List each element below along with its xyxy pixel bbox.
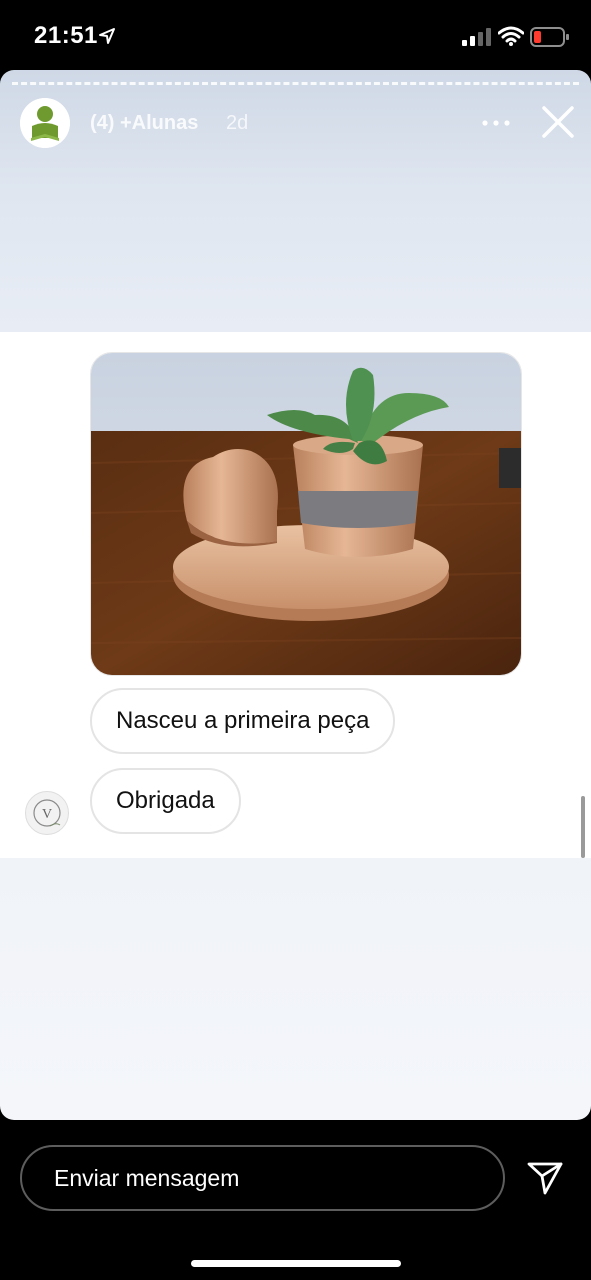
shared-chat-screenshot: Nasceu a primeira peça Obrigada V	[0, 332, 591, 858]
photo-message[interactable]	[90, 352, 522, 676]
status-time: 21:51	[34, 22, 98, 49]
message-bubble[interactable]: Obrigada	[90, 768, 241, 834]
sender-avatar: V	[25, 791, 69, 835]
scroll-indicator	[581, 796, 585, 858]
sender-avatar-letter: V	[42, 807, 52, 822]
story-progress-bar	[12, 82, 579, 85]
monogram-logo-icon: V	[33, 799, 61, 827]
reply-input[interactable]: Enviar mensagem	[20, 1145, 505, 1211]
account-avatar[interactable]	[20, 98, 70, 148]
story-age: 2d	[226, 112, 249, 134]
story-card[interactable]: (4) +Alunas 2d Nasceu a primeira peça Ob…	[0, 70, 591, 1120]
message-bubble[interactable]: Nasceu a primeira peça	[90, 688, 396, 754]
account-name[interactable]: (4) +Alunas	[90, 112, 198, 135]
more-icon[interactable]	[480, 114, 512, 132]
plant-pot-photo	[91, 353, 521, 675]
send-paper-plane-icon[interactable]	[526, 1160, 564, 1196]
location-arrow-icon	[99, 28, 115, 44]
cellular-signal-icon	[462, 28, 491, 46]
reader-avatar-icon	[20, 98, 70, 148]
battery-low-icon	[530, 27, 569, 47]
story-viewer-screen: 21:51 (4) +Alunas 2d Nasceu a primeira p…	[0, 0, 591, 1280]
story-header: (4) +Alunas 2d	[0, 94, 591, 156]
wifi-icon	[498, 26, 524, 46]
status-bar: 21:51	[0, 0, 591, 70]
close-icon[interactable]	[540, 104, 576, 140]
home-indicator[interactable]	[191, 1260, 401, 1267]
reply-placeholder: Enviar mensagem	[54, 1165, 240, 1191]
